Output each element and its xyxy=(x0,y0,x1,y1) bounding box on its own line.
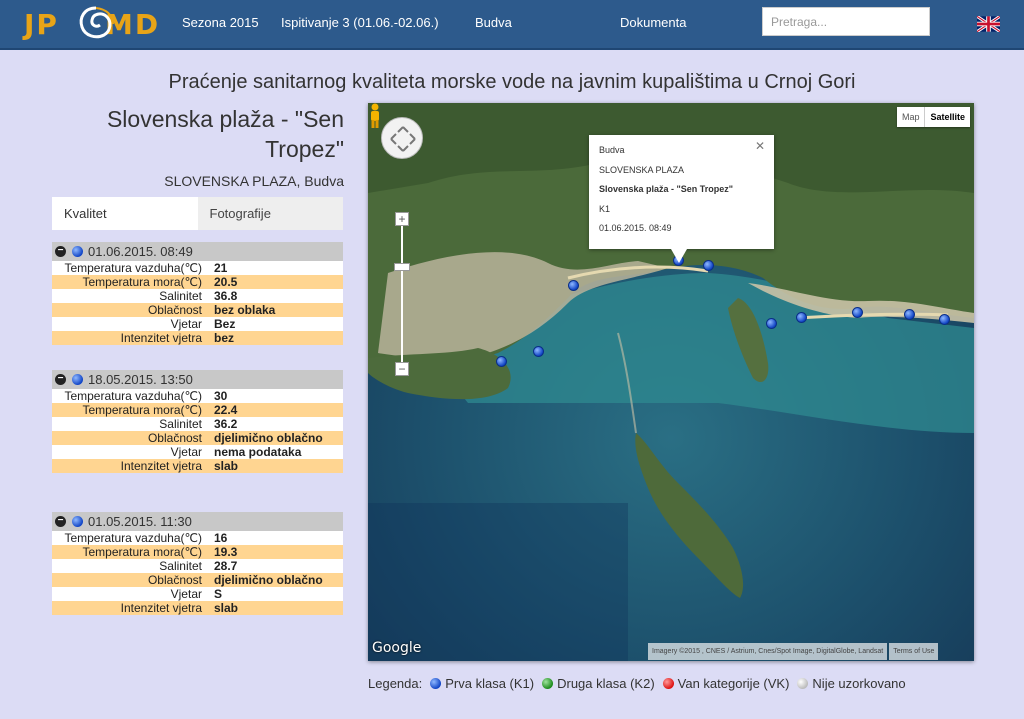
map-marker[interactable] xyxy=(533,346,544,357)
popup-class: K1 xyxy=(599,203,611,214)
map-type-control: Map Satellite xyxy=(896,107,970,127)
legend-item-k2: Druga klasa (K2) xyxy=(557,676,655,691)
uk-flag-icon[interactable] xyxy=(977,16,1000,32)
close-icon[interactable]: ✕ xyxy=(755,139,765,153)
popup-tail xyxy=(671,249,687,263)
table-row: Vjetar nema podataka xyxy=(52,445,343,459)
table-row: Temperatura mora(℃) 22.4 xyxy=(52,403,343,417)
map-marker[interactable] xyxy=(904,309,915,320)
nav-season[interactable]: Sezona 2015 xyxy=(182,15,259,30)
table-row: Salinitet 28.7 xyxy=(52,559,343,573)
class-k1-icon xyxy=(430,678,442,689)
legend-item-not-sampled: Nije uzorkovano xyxy=(812,676,906,691)
pan-control[interactable] xyxy=(381,117,423,159)
collapse-icon[interactable]: − xyxy=(55,246,66,257)
imagery-credit: Imagery ©2015 , CNES / Astrium, Cnes/Spo… xyxy=(648,643,888,660)
table-row: Salinitet 36.2 xyxy=(52,417,343,431)
table-row: Temperatura mora(℃) 20.5 xyxy=(52,275,343,289)
class-k1-icon xyxy=(72,374,83,385)
tab-bar: Kvalitet Fotografije xyxy=(52,197,343,230)
table-row: Vjetar Bez xyxy=(52,317,343,331)
not-sampled-icon xyxy=(797,678,809,689)
search-input[interactable] xyxy=(762,7,930,36)
map-marker[interactable] xyxy=(796,312,807,323)
map-type-satellite-button[interactable]: Satellite xyxy=(924,107,970,127)
sample-datetime: 01.06.2015. 08:49 xyxy=(88,244,193,259)
sample-block: − 18.05.2015. 13:50 Temperatura vazduha(… xyxy=(52,370,343,473)
nav-documents[interactable]: Dokumenta xyxy=(620,15,686,30)
tab-quality[interactable]: Kvalitet xyxy=(52,197,198,230)
class-k1-icon xyxy=(72,246,83,257)
legend-label: Legenda: xyxy=(368,676,423,691)
zoom-slider-track[interactable] xyxy=(401,223,403,371)
class-k1-icon xyxy=(72,516,83,527)
tab-photos[interactable]: Fotografije xyxy=(197,197,343,230)
site-logo[interactable]: JP MD xyxy=(24,5,160,43)
sample-datetime: 01.05.2015. 11:30 xyxy=(88,514,192,529)
sample-block: − 01.06.2015. 08:49 Temperatura vazduha(… xyxy=(52,242,343,345)
class-vk-icon xyxy=(662,678,674,689)
map-type-map-button[interactable]: Map xyxy=(897,107,925,127)
map-info-popup: ✕ Budva SLOVENSKA PLAZA Slovenska plaža … xyxy=(589,135,774,249)
terms-of-use-link[interactable]: Terms of Use xyxy=(889,643,939,660)
map-marker[interactable] xyxy=(496,356,507,367)
zoom-slider-handle[interactable] xyxy=(394,263,410,271)
beach-subtitle: SLOVENSKA PLAZA, Budva xyxy=(164,173,344,189)
satellite-map[interactable]: Map Satellite + − ✕ Budva SLOVENSKA PLAZ… xyxy=(368,103,974,661)
map-marker[interactable] xyxy=(766,318,777,329)
table-row: Temperatura mora(℃) 19.3 xyxy=(52,545,343,559)
map-marker[interactable] xyxy=(703,260,714,271)
table-row: Temperatura vazduha(℃) 21 xyxy=(52,261,343,275)
popup-datetime: 01.06.2015. 08:49 xyxy=(599,223,672,233)
table-row: Intenzitet vjetra slab xyxy=(52,459,343,473)
table-row: Oblačnost djelimično oblačno xyxy=(52,431,343,445)
legend-item-k1: Prva klasa (K1) xyxy=(445,676,535,691)
top-navbar: JP MD Sezona 2015 Ispitivanje 3 (01.06.-0… xyxy=(0,0,1024,50)
map-marker[interactable] xyxy=(852,307,863,318)
table-row: Intenzitet vjetra slab xyxy=(52,601,343,615)
popup-location: SLOVENSKA PLAZA xyxy=(599,164,685,175)
sample-datetime: 18.05.2015. 13:50 xyxy=(88,372,193,387)
map-legend: Legenda: Prva klasa (K1) Druga klasa (K2… xyxy=(368,676,910,691)
table-row: Temperatura vazduha(℃) 16 xyxy=(52,531,343,545)
table-row: Salinitet 36.8 xyxy=(52,289,343,303)
sample-header[interactable]: − 18.05.2015. 13:50 xyxy=(52,370,343,389)
page-title: Praćenje sanitarnog kvaliteta morske vod… xyxy=(168,71,856,93)
beach-title: Slovenska plaža - "Sen Tropez" xyxy=(106,106,344,162)
google-logo: Google xyxy=(372,640,422,656)
map-attribution: Imagery ©2015 , CNES / Astrium, Cnes/Spo… xyxy=(648,643,939,660)
snail-logo-icon xyxy=(79,6,114,39)
table-row: Intenzitet vjetra bez xyxy=(52,331,343,345)
class-k2-icon xyxy=(542,678,554,689)
nav-test-period[interactable]: Ispitivanje 3 (01.06.-02.06.) xyxy=(281,15,439,30)
pan-arrows-icon xyxy=(390,126,416,152)
popup-beach-name: Slovenska plaža - "Sen Tropez" xyxy=(599,184,734,194)
table-row: Vjetar S xyxy=(52,587,343,601)
sample-header[interactable]: − 01.05.2015. 11:30 xyxy=(52,512,343,531)
zoom-in-button[interactable]: + xyxy=(395,212,409,226)
table-row: Temperatura vazduha(℃) 30 xyxy=(52,389,343,403)
collapse-icon[interactable]: − xyxy=(55,374,66,385)
sample-block: − 01.05.2015. 11:30 Temperatura vazduha(… xyxy=(52,512,343,615)
legend-item-vk: Van kategorije (VK) xyxy=(677,676,790,691)
pegman-icon[interactable] xyxy=(368,103,382,129)
zoom-out-button[interactable]: − xyxy=(395,362,409,376)
popup-city: Budva xyxy=(599,145,625,155)
sample-header[interactable]: − 01.06.2015. 08:49 xyxy=(52,242,343,261)
nav-city[interactable]: Budva xyxy=(475,15,512,30)
map-marker[interactable] xyxy=(939,314,950,325)
table-row: Oblačnost bez oblaka xyxy=(52,303,343,317)
collapse-icon[interactable]: − xyxy=(55,516,66,527)
table-row: Oblačnost djelimično oblačno xyxy=(52,573,343,587)
map-marker[interactable] xyxy=(568,280,579,291)
